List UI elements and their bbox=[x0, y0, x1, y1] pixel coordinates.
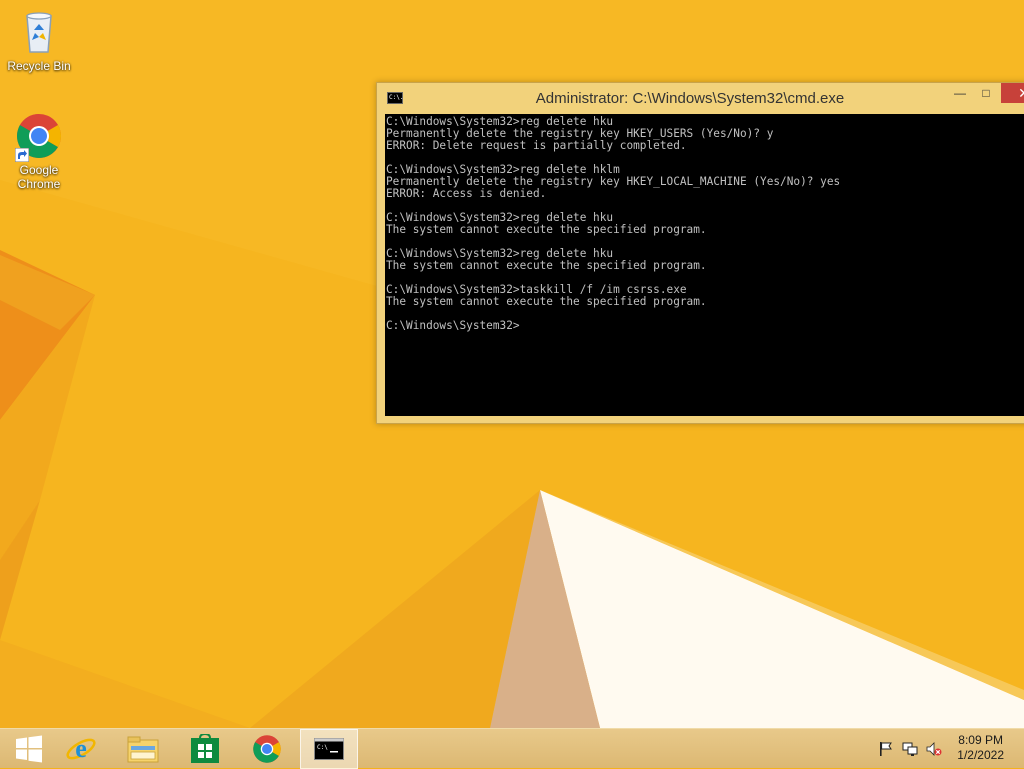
network-icon[interactable] bbox=[902, 741, 918, 757]
minimize-button[interactable]: — bbox=[947, 83, 973, 103]
command-prompt-icon: C:\ bbox=[314, 738, 344, 760]
console-line: The system cannot execute the specified … bbox=[386, 259, 707, 272]
volume-muted-icon[interactable] bbox=[926, 741, 942, 757]
taskbar-command-prompt[interactable]: C:\ bbox=[300, 729, 358, 769]
folder-icon bbox=[127, 736, 159, 763]
system-tray: 8:09 PM 1/2/2022 bbox=[864, 729, 1024, 769]
google-chrome-label: Google Chrome bbox=[17, 163, 61, 191]
internet-explorer-icon: e bbox=[66, 734, 96, 763]
recycle-bin-label: Recycle Bin bbox=[7, 59, 71, 73]
recycle-bin-icon bbox=[15, 8, 63, 56]
chrome-icon bbox=[15, 112, 63, 162]
window-title: Administrator: C:\Windows\System32\cmd.e… bbox=[535, 90, 845, 107]
svg-text:e: e bbox=[75, 734, 87, 763]
clock-time: 8:09 PM bbox=[958, 733, 1003, 747]
shortcut-arrow-icon bbox=[15, 148, 29, 162]
taskbar-internet-explorer[interactable]: e bbox=[52, 729, 110, 769]
action-center-flag-icon[interactable] bbox=[878, 741, 894, 757]
cmd-window[interactable]: C:\. Administrator: C:\Windows\System32\… bbox=[376, 82, 1024, 424]
desktop-icon-google-chrome[interactable]: Google Chrome bbox=[1, 112, 77, 191]
console-line: ERROR: Delete request is partially compl… bbox=[386, 139, 687, 152]
console-output[interactable]: C:\Windows\System32>reg delete hku Perman… bbox=[385, 114, 1024, 416]
console-line: ERROR: Access is denied. bbox=[386, 187, 547, 200]
cmd-titlebar[interactable]: C:\. Administrator: C:\Windows\System32\… bbox=[377, 83, 1024, 113]
taskbar-store[interactable] bbox=[176, 729, 234, 769]
close-button[interactable]: ✕ bbox=[1001, 83, 1024, 103]
taskbar: e C:\ 8:09 PM 1/2/2022 bbox=[0, 728, 1024, 769]
clock-date: 1/2/2022 bbox=[957, 748, 1004, 762]
console-line: C:\Windows\System32> bbox=[386, 319, 520, 332]
store-icon bbox=[191, 734, 219, 763]
taskbar-chrome[interactable] bbox=[238, 729, 296, 769]
start-button[interactable] bbox=[0, 729, 58, 769]
console-line: The system cannot execute the specified … bbox=[386, 295, 707, 308]
console-line: The system cannot execute the specified … bbox=[386, 223, 707, 236]
taskbar-file-explorer[interactable] bbox=[114, 729, 172, 769]
clock[interactable]: 8:09 PM 1/2/2022 bbox=[957, 733, 1004, 763]
desktop-icon-recycle-bin[interactable]: Recycle Bin bbox=[1, 8, 77, 73]
chrome-icon bbox=[253, 735, 281, 763]
maximize-button[interactable]: □ bbox=[973, 83, 999, 103]
windows-logo-icon bbox=[16, 735, 42, 763]
svg-text:C:\: C:\ bbox=[317, 744, 328, 751]
